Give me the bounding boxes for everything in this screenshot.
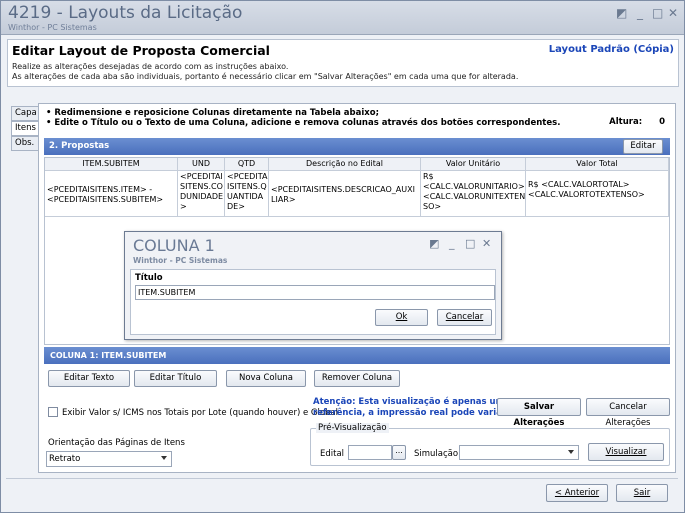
- column-header-item-subitem[interactable]: ITEM.SUBITEM: [45, 158, 178, 171]
- previous-button[interactable]: < Anterior: [546, 484, 608, 502]
- bullet-edit: • Edite o Título ou o Texto de uma Colun…: [46, 118, 561, 128]
- column-header-descricao[interactable]: Descrição no Edital: [269, 158, 421, 171]
- header-panel: Editar Layout de Proposta Comercial Layo…: [7, 39, 679, 87]
- preview-warning: Atenção: Esta visualização é apenas uma …: [313, 397, 510, 419]
- remove-column-button[interactable]: Remover Coluna: [314, 370, 400, 387]
- visualize-button-label: Visualizar: [605, 447, 647, 457]
- edit-text-button[interactable]: Editar Texto: [48, 370, 130, 387]
- window-title: 4219 - Layouts da Licitação: [8, 3, 243, 23]
- previous-button-label: < Anterior: [554, 488, 600, 498]
- cell-qtd[interactable]: <PCEDITA ISITENS.Q UANTIDA DE>: [225, 171, 269, 217]
- visualize-button[interactable]: Visualizar: [588, 443, 664, 461]
- dialog-subtitle: Winthor - PC Sistemas: [133, 256, 228, 265]
- bullet-resize: • Redimensione e reposicione Colunas dir…: [46, 108, 380, 118]
- warning-line-2: referência, a impressão real pode variar…: [313, 408, 509, 418]
- column-panel-header: COLUNA 1: ITEM.SUBITEM: [44, 347, 670, 364]
- new-column-button[interactable]: Nova Coluna: [226, 370, 306, 387]
- cancel-button[interactable]: Cancelar: [437, 309, 492, 326]
- altura-value: 0: [659, 117, 665, 127]
- icms-checkbox-label: Exibir Valor s/ ICMS nos Totais por Lote…: [62, 408, 339, 418]
- tab-capa[interactable]: Capa: [11, 106, 39, 121]
- orientation-select[interactable]: Retrato: [46, 451, 172, 467]
- cell-descricao[interactable]: <PCEDITAISITENS.DESCRICAO_AUXI LIAR>: [269, 171, 421, 217]
- warning-line-1: Atenção: Esta visualização é apenas uma: [313, 397, 511, 407]
- orientation-label: Orientação das Páginas de Itens: [48, 438, 185, 448]
- dialog-maximize-icon[interactable]: □: [465, 237, 475, 250]
- ok-button-label: Ok: [395, 312, 408, 322]
- cell-item-subitem[interactable]: <PCEDITAISITENS.ITEM> - <PCEDITAISITENS.…: [45, 171, 178, 217]
- edit-title-button[interactable]: Editar Título: [134, 370, 217, 387]
- column-panel-title: COLUNA 1: ITEM.SUBITEM: [50, 351, 167, 360]
- column-header-valor-unitario[interactable]: Valor Unitário: [421, 158, 526, 171]
- chevron-down-icon: [161, 456, 167, 460]
- exit-button-label: Sair: [633, 488, 651, 498]
- section-title: 2. Propostas: [49, 141, 110, 151]
- title-field-label: Título: [135, 273, 163, 283]
- column-dialog: COLUNA 1 Winthor - PC Sistemas ◩ _ □ ✕ T…: [124, 231, 502, 340]
- cancel-button-label: Cancelar: [445, 312, 484, 322]
- dialog-restore-icon[interactable]: ◩: [429, 237, 439, 250]
- edit-section-button[interactable]: Editar: [623, 139, 663, 154]
- title-bar[interactable]: 4219 - Layouts da Licitação Winthor - PC…: [1, 1, 684, 35]
- cell-und[interactable]: <PCEDITAI SITENS.CO DUNIDADE >: [178, 171, 225, 217]
- tab-obs[interactable]: Obs.: [11, 136, 39, 151]
- simulacao-select[interactable]: [459, 445, 579, 460]
- tab-itens[interactable]: Itens: [11, 121, 39, 136]
- title-field-value: ITEM.SUBITEM: [138, 288, 196, 297]
- cell-valor-unitario[interactable]: R$ <CALC.VALORUNITARIO> <CALC.VALORUNITE…: [421, 171, 526, 217]
- edital-lookup-button[interactable]: ...: [392, 445, 406, 460]
- exit-button[interactable]: Sair: [616, 484, 668, 502]
- edital-label: Edital: [320, 449, 345, 459]
- dialog-title: COLUNA 1: [133, 236, 215, 255]
- icms-checkbox[interactable]: [48, 407, 58, 417]
- section-header: 2. Propostas: [44, 138, 670, 155]
- save-changes-button[interactable]: Salvar Alterações: [497, 398, 581, 428]
- layout-name: Layout Padrão (Cópia): [548, 44, 674, 55]
- window-subtitle: Winthor - PC Sistemas: [8, 23, 97, 32]
- instruction-line-2: As alterações de cada aba são individuai…: [12, 72, 519, 81]
- cancel-changes-button[interactable]: Cancelar Alterações: [586, 398, 670, 428]
- edital-input[interactable]: [348, 445, 392, 460]
- orientation-value: Retrato: [49, 454, 81, 464]
- instruction-line-1: Realize as alterações desejadas de acord…: [12, 62, 289, 71]
- maximize-icon[interactable]: □: [652, 6, 663, 20]
- dialog-body: Título ITEM.SUBITEM Ok Cancelar: [130, 269, 496, 335]
- column-header-valor-total[interactable]: Valor Total: [526, 158, 669, 171]
- dialog-close-icon[interactable]: ✕: [482, 237, 491, 250]
- dialog-minimize-icon[interactable]: _: [449, 237, 455, 250]
- column-header-und[interactable]: UND: [178, 158, 225, 171]
- cell-valor-total[interactable]: R$ <CALC.VALORTOTAL> <CALC.VALORTOTEXTEN…: [526, 171, 669, 217]
- restore-icon[interactable]: ◩: [616, 6, 627, 20]
- altura-label: Altura:: [609, 117, 643, 127]
- chevron-down-icon: [568, 450, 574, 454]
- page-title: Editar Layout de Proposta Comercial: [12, 43, 270, 58]
- ok-button[interactable]: Ok: [375, 309, 428, 326]
- simulacao-label: Simulação: [414, 449, 459, 459]
- minimize-icon[interactable]: _: [637, 6, 643, 20]
- altura-display: Altura: 0: [609, 117, 665, 127]
- close-icon[interactable]: ✕: [668, 6, 678, 20]
- column-header-qtd[interactable]: QTD: [225, 158, 269, 171]
- title-field-input[interactable]: ITEM.SUBITEM: [135, 285, 495, 300]
- preview-legend: Pré-Visualização: [316, 423, 389, 433]
